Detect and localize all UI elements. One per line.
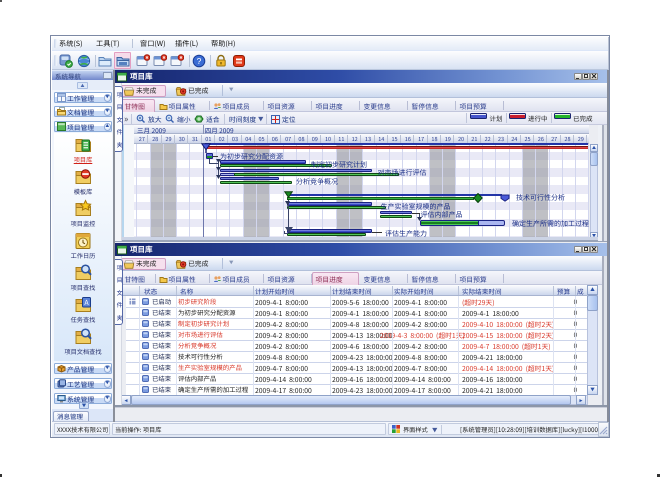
svg-text:A: A	[84, 298, 89, 308]
svg-text:?: ?	[197, 56, 202, 66]
